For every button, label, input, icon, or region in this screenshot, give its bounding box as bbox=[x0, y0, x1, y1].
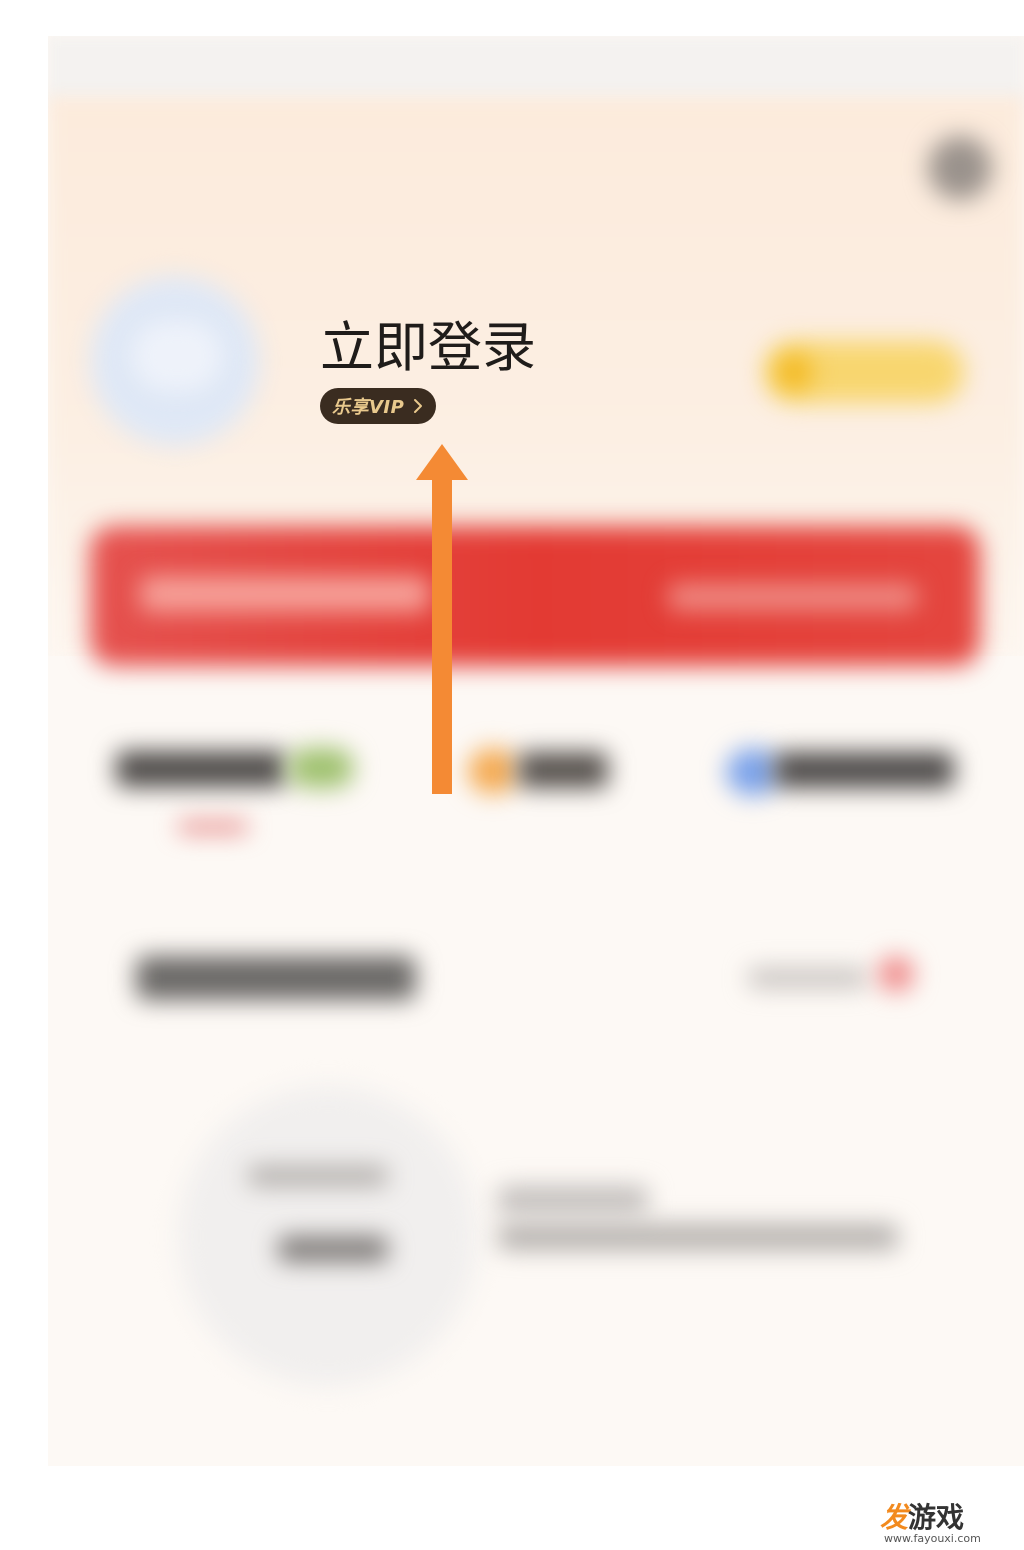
section-more-link[interactable] bbox=[748, 968, 868, 988]
watermark-logo-char: 发 bbox=[880, 1501, 909, 1534]
watermark-logo-text: 游戏 bbox=[908, 1501, 965, 1534]
section-badge-icon bbox=[878, 956, 914, 992]
arrow-up-icon bbox=[416, 444, 468, 794]
promo-banner-text bbox=[140, 576, 430, 612]
feature-item-3-icon bbox=[726, 748, 780, 796]
login-link[interactable]: 立即登录 bbox=[320, 316, 536, 380]
vip-button[interactable]: 乐享VIP bbox=[320, 388, 437, 424]
settings-icon[interactable] bbox=[928, 136, 992, 200]
feature-item-1-label[interactable] bbox=[116, 751, 286, 787]
feature-item-2-icon bbox=[468, 748, 518, 794]
empty-state-text bbox=[498, 1224, 898, 1250]
watermark-title: 发游戏 bbox=[880, 1502, 964, 1534]
coin-icon bbox=[776, 354, 812, 390]
chevron-right-icon bbox=[414, 399, 423, 413]
app-screen: 立即登录 乐享VIP bbox=[48, 36, 1024, 1466]
feature-item-2-label[interactable] bbox=[518, 752, 608, 788]
feature-item-3-label[interactable] bbox=[774, 752, 954, 788]
feature-item-1-badge bbox=[288, 748, 354, 788]
vip-label: 乐享VIP bbox=[332, 397, 405, 418]
watermark-logo: 发游戏 www.fayouxi.com bbox=[880, 1502, 990, 1546]
feature-item-1-indicator bbox=[178, 822, 248, 832]
watermark-url: www.fayouxi.com bbox=[884, 1532, 981, 1545]
section-title bbox=[136, 956, 416, 1000]
empty-state-line bbox=[248, 1166, 388, 1186]
empty-state-text bbox=[498, 1186, 648, 1214]
empty-state-line bbox=[278, 1236, 388, 1262]
avatar-placeholder-icon bbox=[132, 321, 222, 391]
promo-banner-action bbox=[668, 584, 918, 610]
